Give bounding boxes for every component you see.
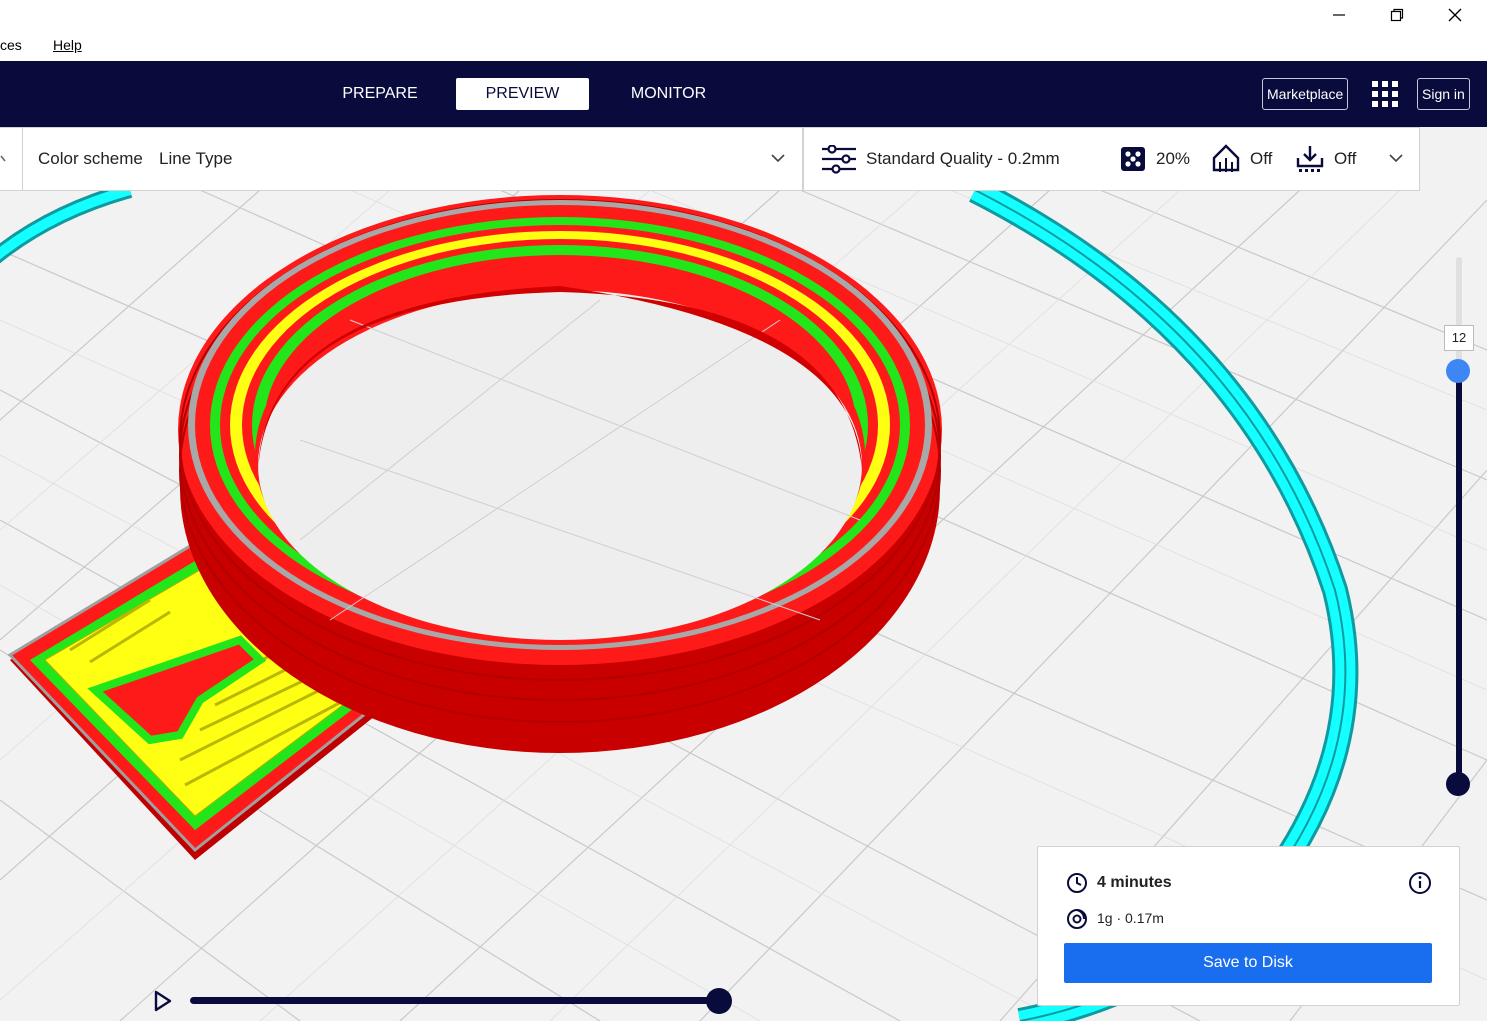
app-header: PREPARE PREVIEW MONITOR Marketplace Sign…	[0, 61, 1487, 127]
restore-icon	[1390, 8, 1404, 22]
layer-slider-track[interactable]	[1456, 370, 1462, 784]
close-window-button[interactable]	[1426, 0, 1484, 30]
menu-bar: ces Help	[0, 32, 1487, 61]
menu-item-help[interactable]: Help	[53, 37, 82, 53]
material-usage: 1g · 0.17m	[1097, 910, 1164, 926]
layer-slider-upper-handle[interactable]	[1446, 359, 1470, 383]
apps-grid-button[interactable]	[1370, 79, 1400, 109]
minimize-icon	[1333, 14, 1345, 16]
window-title-bar	[0, 0, 1487, 32]
tab-monitor[interactable]: MONITOR	[620, 78, 717, 110]
color-scheme-label: Color scheme	[38, 149, 143, 168]
sign-in-button[interactable]: Sign in	[1417, 78, 1470, 110]
play-icon[interactable]	[153, 990, 173, 1012]
divider	[22, 128, 23, 190]
menu-item-preferences[interactable]: ces	[0, 37, 22, 53]
support-icon	[1212, 144, 1240, 172]
infill-value: 20%	[1156, 149, 1191, 168]
model-ring-part	[178, 195, 942, 753]
adhesion-value: Off	[1334, 149, 1357, 168]
quality-profile[interactable]: Standard Quality - 0.2mm	[866, 149, 1060, 169]
marketplace-button[interactable]: Marketplace	[1262, 78, 1349, 110]
infill-icon	[1121, 147, 1145, 171]
path-slider-track[interactable]	[190, 997, 720, 1004]
spool-icon	[1067, 909, 1087, 929]
path-slider-handle[interactable]	[706, 988, 732, 1014]
apps-grid-icon	[1372, 81, 1398, 107]
minimize-button[interactable]	[1310, 0, 1368, 30]
color-scheme-panel[interactable]: Color scheme Line Type	[0, 127, 803, 191]
chevron-down-icon[interactable]	[770, 153, 786, 165]
adhesion-icon	[1296, 146, 1324, 172]
settings-sliders-icon	[822, 145, 856, 174]
close-icon	[1448, 8, 1462, 22]
layer-slider-lower-handle[interactable]	[1446, 772, 1470, 796]
print-settings-panel[interactable]: Standard Quality - 0.2mm 20% Off Off	[803, 127, 1420, 191]
tab-prepare[interactable]: PREPARE	[330, 78, 430, 110]
restore-button[interactable]	[1368, 0, 1426, 30]
job-specs-card: 4 minutes 1g · 0.17m Save to Disk	[1037, 846, 1460, 1006]
layer-slider-upper-track	[1456, 257, 1462, 370]
chevron-down-icon[interactable]	[1388, 153, 1404, 165]
clock-icon	[1067, 873, 1087, 893]
save-to-disk-button[interactable]: Save to Disk	[1064, 943, 1432, 983]
info-icon[interactable]	[1408, 871, 1432, 895]
color-scheme-value[interactable]: Line Type	[159, 149, 232, 169]
support-value: Off	[1250, 149, 1273, 168]
print-time: 4 minutes	[1097, 874, 1172, 891]
layer-number-box[interactable]: 12	[1444, 325, 1474, 351]
tab-preview[interactable]: PREVIEW	[456, 78, 589, 110]
chevron-down-icon	[0, 155, 6, 162]
